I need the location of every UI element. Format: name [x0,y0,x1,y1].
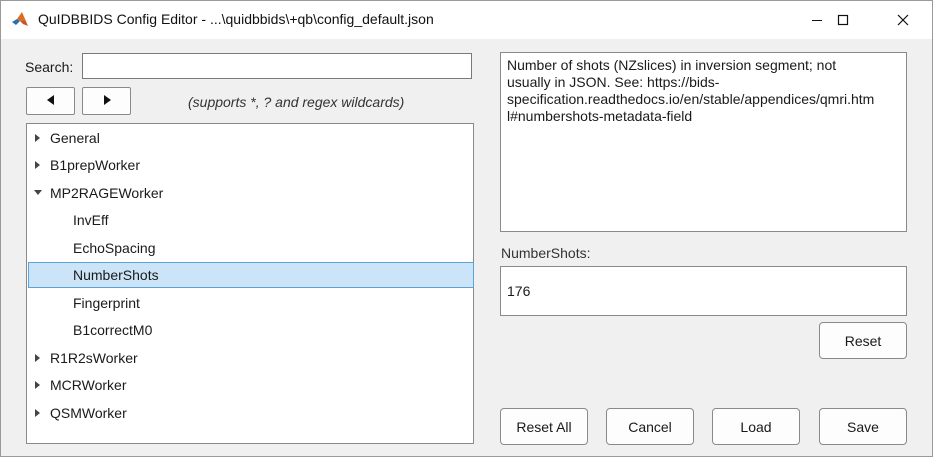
description-line: usually in JSON. See: https://bids- [507,74,720,90]
caret-right-icon[interactable] [34,152,44,178]
config-tree[interactable]: General B1prepWorker MP2RAGEWorker InvEf… [26,123,474,444]
tree-node-b1prepworker[interactable]: B1prepWorker [28,152,474,178]
value-field[interactable]: 176 [500,266,907,316]
title-bar[interactable]: QuIDBBIDS Config Editor - ...\quidbbids\… [1,1,932,39]
search-input[interactable] [82,53,472,79]
tree-label: General [50,130,100,146]
search-label: Search: [25,59,74,75]
save-button[interactable]: Save [819,408,907,445]
description-box: Number of shots (NZslices) in inversion … [500,52,907,232]
triangle-left-icon [45,93,57,109]
tree-label: NumberShots [73,267,159,283]
tree-node-mcrworker[interactable]: MCRWorker [28,372,474,398]
close-button[interactable] [880,1,926,39]
cancel-button[interactable]: Cancel [606,408,694,445]
tree-node-general[interactable]: General [28,125,474,151]
close-icon [897,14,909,26]
tree-label: InvEff [73,212,109,228]
description-line: Number of shots (NZslices) in inversion … [507,57,837,73]
caret-down-icon[interactable] [33,180,43,206]
caret-right-icon[interactable] [34,345,44,371]
description-line: l#numbershots-metadata-field [507,108,693,124]
tree-label: EchoSpacing [73,240,156,256]
tree-label: MCRWorker [50,377,127,393]
search-previous-button[interactable] [26,87,75,115]
field-label: NumberShots: [501,245,591,261]
tree-label: R1R2sWorker [50,350,138,366]
search-hint: (supports *, ? and regex wildcards) [188,94,405,110]
search-next-button[interactable] [82,87,131,115]
window-title: QuIDBBIDS Config Editor - ...\quidbbids\… [38,11,434,27]
reset-all-button[interactable]: Reset All [500,408,588,445]
caret-right-icon[interactable] [34,125,44,151]
tree-node-numbershots[interactable]: NumberShots [28,262,474,288]
tree-label: MP2RAGEWorker [50,185,164,201]
tree-node-qsmworker[interactable]: QSMWorker [28,400,474,426]
tree-node-b1correctm0[interactable]: B1correctM0 [28,317,474,343]
triangle-right-icon [101,93,113,109]
load-button[interactable]: Load [712,408,800,445]
caret-right-icon[interactable] [34,400,44,426]
value-text: 176 [507,283,531,299]
tree-node-fingerprint[interactable]: Fingerprint [28,290,474,316]
maximize-icon [837,14,849,26]
description-line: specification.readthedocs.io/en/stable/a… [507,91,875,107]
tree-label: Fingerprint [73,295,140,311]
caret-right-icon[interactable] [34,372,44,398]
tree-label: B1correctM0 [73,322,153,338]
tree-node-inveff[interactable]: InvEff [28,207,474,233]
reset-button[interactable]: Reset [819,322,907,359]
tree-label: QSMWorker [50,405,127,421]
matlab-logo-icon [11,11,29,29]
maximize-button[interactable] [820,1,866,39]
tree-label: B1prepWorker [50,157,141,173]
client-area: Search: (supports *, ? and regex wildcar… [1,39,932,456]
config-editor-window: QuIDBBIDS Config Editor - ...\quidbbids\… [0,0,933,457]
tree-node-echospacing[interactable]: EchoSpacing [28,235,474,261]
tree-node-mp2rageworker[interactable]: MP2RAGEWorker [28,180,474,206]
tree-node-r1r2sworker[interactable]: R1R2sWorker [28,345,474,371]
